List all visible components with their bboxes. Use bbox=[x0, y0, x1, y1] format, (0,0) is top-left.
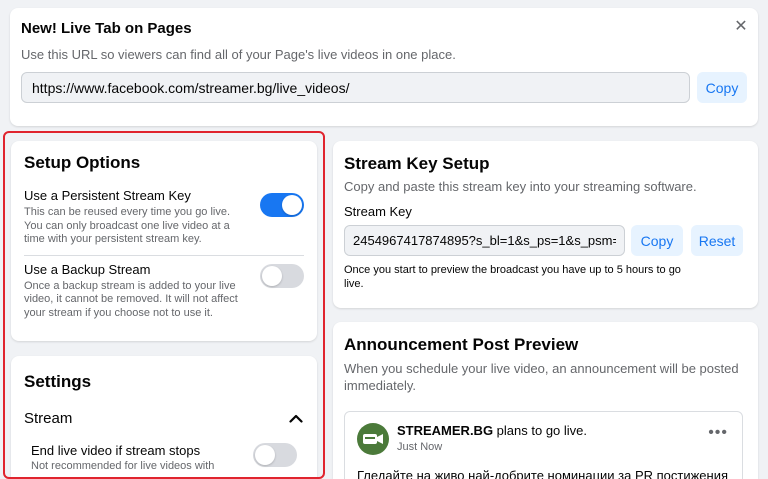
page-avatar[interactable] bbox=[357, 423, 389, 455]
end-if-stream-stops-title: End live video if stream stops bbox=[31, 443, 201, 458]
persistent-stream-key-option: Use a Persistent Stream Key This can be … bbox=[24, 188, 304, 247]
banner-title: New! Live Tab on Pages bbox=[21, 20, 192, 37]
banner-description: Use this URL so viewers can find all of … bbox=[21, 47, 456, 62]
close-icon[interactable]: ✕ bbox=[734, 19, 748, 35]
announcement-description: When you schedule your live video, an an… bbox=[344, 361, 739, 393]
persistent-stream-key-toggle[interactable] bbox=[260, 193, 304, 217]
post-headline: STREAMER.BG plans to go live. bbox=[397, 423, 587, 438]
camera-logo-icon bbox=[363, 434, 383, 444]
backup-stream-description: Once a backup stream is added to your li… bbox=[24, 279, 238, 319]
announcement-preview-card: Announcement Post Preview When you sched… bbox=[333, 322, 758, 479]
end-if-stream-stops-description: Not recommended for live videos with bbox=[31, 460, 215, 472]
stream-key-setup-description: Copy and paste this stream key into your… bbox=[344, 179, 697, 194]
live-videos-url-field[interactable] bbox=[21, 72, 690, 103]
backup-stream-toggle[interactable] bbox=[260, 263, 304, 288]
stream-section-label: Stream bbox=[24, 410, 73, 427]
end-if-stream-stops-option: End live video if stream stops Not recom… bbox=[24, 443, 304, 474]
backup-stream-title: Use a Backup Stream bbox=[24, 261, 151, 277]
settings-card: Settings Stream End live video if stream… bbox=[11, 356, 317, 479]
stream-key-setup-title: Stream Key Setup bbox=[344, 154, 490, 173]
persistent-stream-key-title: Use a Persistent Stream Key bbox=[24, 188, 191, 203]
copy-stream-key-button[interactable]: Copy bbox=[631, 225, 683, 256]
stream-key-note: Once you start to preview the broadcast … bbox=[344, 264, 681, 290]
setup-options-title: Setup Options bbox=[24, 153, 141, 172]
copy-url-button[interactable]: Copy bbox=[697, 72, 747, 103]
reset-stream-key-button[interactable]: Reset bbox=[691, 225, 743, 256]
divider bbox=[24, 254, 304, 256]
post-page-name[interactable]: STREAMER.BG bbox=[397, 423, 493, 438]
url-row: Copy bbox=[21, 72, 747, 103]
post-text: Гледайте на живо най-добрите номинации з… bbox=[357, 468, 729, 479]
settings-title: Settings bbox=[24, 372, 92, 391]
stream-key-row: Copy Reset bbox=[344, 225, 747, 256]
setup-options-card: Setup Options Use a Persistent Stream Ke… bbox=[11, 141, 317, 341]
persistent-stream-key-description: This can be reused every time you go liv… bbox=[24, 206, 231, 245]
live-tab-banner: New! Live Tab on Pages Use this URL so v… bbox=[10, 8, 758, 126]
backup-stream-option: Use a Backup Stream Once a backup stream… bbox=[24, 262, 304, 321]
chevron-up-icon[interactable] bbox=[288, 411, 304, 427]
stream-key-label: Stream Key bbox=[344, 204, 412, 219]
toggle-knob bbox=[255, 445, 275, 465]
post-action: plans to go live. bbox=[493, 423, 588, 438]
stream-section-header[interactable]: Stream bbox=[24, 410, 304, 427]
announcement-title: Announcement Post Preview bbox=[344, 335, 579, 354]
toggle-knob bbox=[282, 195, 302, 215]
stream-key-setup-card: Stream Key Setup Copy and paste this str… bbox=[333, 141, 758, 308]
more-options-icon[interactable]: ••• bbox=[708, 425, 728, 441]
post-header: STREAMER.BG plans to go live. Just Now bbox=[357, 423, 730, 455]
post-time: Just Now bbox=[397, 441, 443, 453]
end-if-stream-stops-toggle[interactable] bbox=[253, 443, 297, 467]
announcement-post: STREAMER.BG plans to go live. Just Now •… bbox=[344, 411, 743, 479]
stream-key-field[interactable] bbox=[344, 225, 625, 256]
toggle-knob bbox=[262, 265, 282, 286]
post-meta: STREAMER.BG plans to go live. Just Now bbox=[397, 423, 587, 453]
